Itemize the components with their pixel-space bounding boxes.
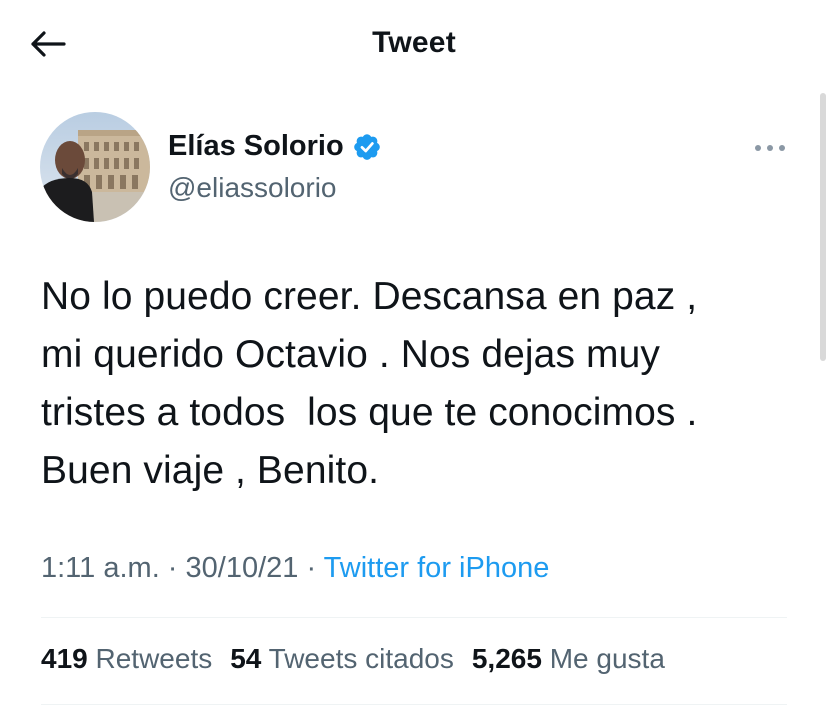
avatar[interactable] <box>40 112 150 222</box>
retweets-label: Retweets <box>95 643 213 674</box>
quotes-label: Tweets citados <box>268 643 454 674</box>
tweet-source-link[interactable]: Twitter for iPhone <box>324 552 550 584</box>
tweet-time[interactable]: 1:11 a.m. <box>41 552 160 584</box>
tweet-metadata: 1:11 a.m. · 30/10/21 · Twitter for iPhon… <box>41 552 549 585</box>
likes-label: Me gusta <box>549 643 665 674</box>
page-title: Tweet <box>372 26 456 59</box>
verified-badge-icon <box>353 133 380 160</box>
tweet-author: Elías Solorio @eliassolorio <box>40 112 780 222</box>
quote-tweets-stat[interactable]: 54 Tweets citados <box>230 643 454 675</box>
retweets-stat[interactable]: 419 Retweets <box>41 643 212 675</box>
tweet-date[interactable]: 30/10/21 <box>186 552 299 584</box>
avatar-image <box>40 112 150 222</box>
scrollbar-thumb[interactable] <box>820 93 826 361</box>
more-options-icon <box>755 145 785 151</box>
more-options-button[interactable] <box>750 136 790 160</box>
tweet-text: No lo puedo creer. Descansa en paz , mi … <box>41 275 698 492</box>
meta-separator: · <box>298 552 324 584</box>
quotes-count: 54 <box>230 643 262 674</box>
header-bar: Tweet <box>0 0 828 90</box>
tweet-page: Tweet Elías Solorio @eliassolorio No lo … <box>0 0 828 711</box>
retweets-count: 419 <box>41 643 88 674</box>
author-handle[interactable]: @eliassolorio <box>168 172 337 204</box>
likes-count: 5,265 <box>471 643 542 674</box>
author-display-name: Elías Solorio <box>168 130 344 162</box>
tweet-stats: 419 Retweets 54 Tweets citados 5,265 Me … <box>41 643 665 675</box>
divider <box>41 617 787 618</box>
divider <box>41 704 787 705</box>
author-name-row[interactable]: Elías Solorio <box>168 130 382 163</box>
likes-stat[interactable]: 5,265 Me gusta <box>472 643 665 675</box>
meta-separator: · <box>159 552 186 584</box>
